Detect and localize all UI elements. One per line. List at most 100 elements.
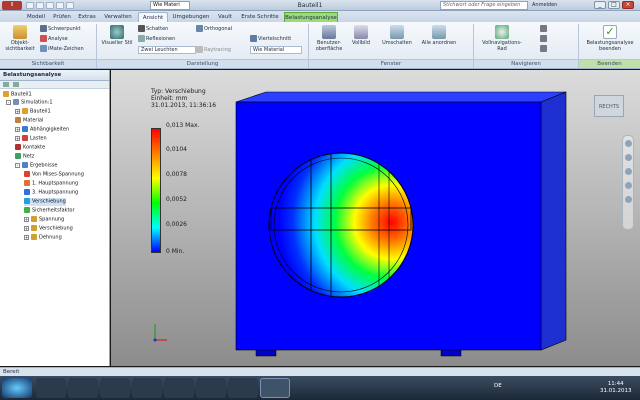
- start-button[interactable]: [2, 378, 32, 398]
- wheel-icon[interactable]: [625, 140, 632, 147]
- vollbild-button[interactable]: Vollbild: [348, 25, 374, 46]
- taskbar-app-icon[interactable]: [68, 378, 98, 398]
- new-icon[interactable]: [26, 2, 34, 9]
- expand-icon[interactable]: +: [15, 135, 20, 141]
- arrange-all-icon: [432, 25, 446, 39]
- alle-anordnen-button[interactable]: Alle anordnen: [418, 25, 460, 46]
- fullscreen-icon: [354, 25, 368, 39]
- reflexionen-button[interactable]: Reflexionen: [138, 35, 175, 42]
- zoom-icon[interactable]: [625, 168, 632, 175]
- tab-verwalten[interactable]: Verwalten: [100, 12, 136, 22]
- pan-button[interactable]: [540, 25, 548, 32]
- taskbar-app-icon[interactable]: [196, 378, 226, 398]
- vollnavigationsrad-button[interactable]: Vollnavigations- Rad: [478, 25, 526, 52]
- redo-icon[interactable]: [66, 2, 74, 9]
- foot: [255, 349, 277, 357]
- tree-root[interactable]: Bauteil1: [3, 91, 32, 99]
- tree-item-label: Kontakte: [23, 144, 46, 151]
- ribbon-tabs: Modell Prüfen Extras Verwalten Ansicht U…: [0, 11, 640, 22]
- tab-pruefen[interactable]: Prüfen: [50, 12, 74, 22]
- tab-ansicht[interactable]: Ansicht: [138, 12, 168, 22]
- tree-item[interactable]: Verschiebung: [24, 198, 66, 206]
- viertelschnitt-button[interactable]: Viertelschnitt: [250, 35, 291, 42]
- tree-item[interactable]: + Spannung: [24, 216, 64, 224]
- tree-item[interactable]: - Ergebnisse: [15, 162, 57, 170]
- explorer-icon[interactable]: [132, 378, 162, 398]
- look-at-icon[interactable]: [625, 196, 632, 203]
- taskbar-app-icon[interactable]: [164, 378, 194, 398]
- tree-item[interactable]: Kontakte: [15, 144, 45, 152]
- umschalten-button[interactable]: Umschalten: [380, 25, 414, 46]
- analyse-button[interactable]: Analyse: [40, 35, 68, 42]
- legend-value: 0,0078: [166, 171, 187, 178]
- tree-item[interactable]: 3. Hauptspannung: [24, 189, 78, 197]
- zoom-button[interactable]: [540, 35, 548, 42]
- tree-item[interactable]: 1. Hauptspannung: [24, 180, 78, 188]
- tree-item[interactable]: Sicherheitsfaktor: [24, 207, 75, 215]
- language-indicator[interactable]: DE: [494, 383, 502, 389]
- expand-icon[interactable]: +: [24, 234, 29, 240]
- objektsichtbarkeit-button[interactable]: Objekt- sichtbarkeit: [4, 25, 36, 52]
- tree-item[interactable]: Material: [15, 117, 43, 125]
- model-render[interactable]: [111, 70, 640, 366]
- tree-node-icon: [24, 171, 30, 177]
- search-input[interactable]: Stichwort oder Frage eingeben: [440, 1, 528, 10]
- lighting-dropdown[interactable]: Zwei Leuchten: [138, 46, 196, 54]
- open-icon[interactable]: [36, 2, 44, 9]
- maximize-button[interactable]: □: [608, 1, 620, 9]
- schwerpunkt-button[interactable]: Schwerpunkt: [40, 25, 81, 32]
- material-combo[interactable]: Wie Materi: [150, 1, 190, 10]
- clock[interactable]: 11:44 31.01.2013: [600, 381, 632, 395]
- undo-icon[interactable]: [56, 2, 64, 9]
- firefox-icon[interactable]: [100, 378, 130, 398]
- tree-item[interactable]: + Abhängigkeiten: [15, 126, 69, 134]
- legend-min: 0 Min.: [166, 248, 185, 255]
- orbit-button[interactable]: [540, 45, 548, 52]
- benutzeroberflaeche-button[interactable]: Benutzer- oberfläche: [312, 25, 346, 52]
- pan-icon[interactable]: [625, 154, 632, 161]
- tree-item[interactable]: + Dehnung: [24, 234, 62, 242]
- raytracing-button[interactable]: Raytracing: [196, 46, 231, 53]
- belastungsanalyse-beenden-button[interactable]: ✓ Belastungsanalyse beenden: [582, 25, 638, 52]
- imate-button[interactable]: iMate-Zeichen: [40, 45, 84, 52]
- taskbar-app-icon[interactable]: [36, 378, 66, 398]
- tab-umgebungen[interactable]: Umgebungen: [170, 12, 212, 22]
- graphics-viewport[interactable]: Typ: Verschiebung Einheit: mm 31.01.2013…: [111, 70, 640, 366]
- save-icon[interactable]: [46, 2, 54, 9]
- tree-item[interactable]: + Lasten: [15, 135, 47, 143]
- expand-icon[interactable]: +: [15, 108, 20, 114]
- search-icon[interactable]: [12, 82, 19, 87]
- app-logo[interactable]: I: [2, 1, 22, 10]
- schatten-button[interactable]: Schatten: [138, 25, 168, 32]
- analysis-icon: [40, 35, 47, 42]
- tab-extras[interactable]: Extras: [76, 12, 98, 22]
- orthogonal-button[interactable]: Orthogonal: [196, 25, 232, 32]
- close-button[interactable]: ×: [622, 1, 634, 9]
- appearance-dropdown[interactable]: Wie Material: [250, 46, 302, 54]
- expand-icon[interactable]: +: [24, 216, 29, 222]
- filter-icon[interactable]: [3, 82, 9, 87]
- tab-vault[interactable]: Vault: [214, 12, 236, 22]
- orbit-icon[interactable]: [625, 182, 632, 189]
- viewcube[interactable]: RECHTS: [594, 95, 624, 117]
- legend-type: Typ: Verschiebung: [151, 88, 206, 95]
- taskbar-app-icon[interactable]: [228, 378, 258, 398]
- tree-item[interactable]: Netz: [15, 153, 34, 161]
- expand-icon[interactable]: +: [24, 225, 29, 231]
- tree-item[interactable]: - Simulation:1: [6, 99, 53, 107]
- tree-item[interactable]: + Bauteil1: [15, 108, 51, 116]
- tree-item[interactable]: Von Mises-Spannung: [24, 171, 84, 179]
- collapse-icon[interactable]: -: [15, 162, 20, 168]
- tab-erste-schritte[interactable]: Erste Schritte: [238, 12, 282, 22]
- login-link[interactable]: Anmelden: [532, 1, 557, 10]
- tab-belastungsanalyse[interactable]: Belastungsanalyse: [284, 12, 338, 22]
- collapse-icon[interactable]: -: [6, 99, 11, 105]
- legend-header: Typ: Verschiebung Einheit: mm 31.01.2013…: [151, 88, 216, 109]
- tab-modell[interactable]: Modell: [24, 12, 48, 22]
- expand-icon[interactable]: +: [15, 126, 20, 132]
- tree-node-icon: [15, 117, 21, 123]
- tree-item[interactable]: + Verschiebung: [24, 225, 73, 233]
- visual-style-button[interactable]: Visueller Stil: [100, 25, 134, 46]
- minimize-button[interactable]: _: [594, 1, 606, 9]
- inventor-taskbar-icon[interactable]: [260, 378, 290, 398]
